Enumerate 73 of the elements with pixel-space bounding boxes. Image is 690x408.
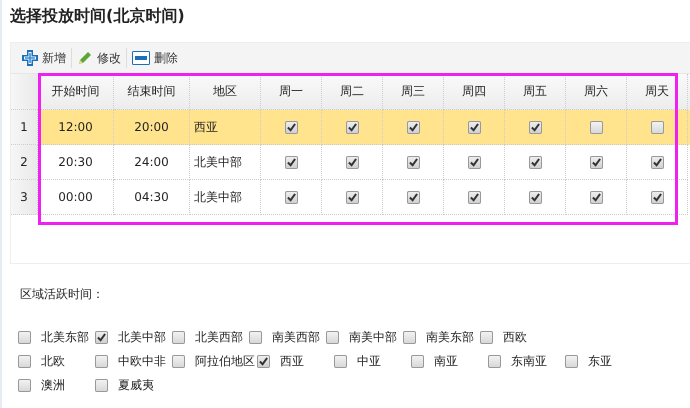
checkbox-label: 中亚 (357, 352, 382, 370)
checkbox[interactable] (565, 354, 578, 368)
checkbox[interactable] (284, 156, 298, 168)
checkbox[interactable] (406, 156, 420, 168)
checkbox[interactable] (172, 330, 185, 344)
checkbox[interactable] (18, 354, 31, 368)
checkbox-label: 澳洲 (41, 376, 66, 394)
header-corner (11, 74, 38, 110)
plus-icon (22, 50, 38, 66)
checkbox-label: 南亚 (434, 352, 459, 370)
checkbox[interactable] (480, 330, 493, 344)
checkbox-label: 西欧 (503, 328, 528, 346)
checkbox[interactable] (172, 354, 185, 368)
checkbox-label: 北欧 (41, 352, 66, 370)
checkbox[interactable] (95, 330, 108, 344)
checkbox[interactable] (284, 120, 298, 134)
table-row[interactable]: 2 20:30 24:00 北美中部 (11, 145, 690, 180)
checkbox-label: 阿拉伯地区 (195, 352, 255, 370)
checkbox-label: 中欧中非 (118, 352, 167, 370)
delete-button[interactable]: 删除 (127, 50, 183, 66)
checkbox[interactable] (257, 354, 270, 368)
checkbox-label: 北美东部 (41, 328, 90, 346)
checkbox-label: 南美东部 (426, 328, 475, 346)
checkbox-label: 西亚 (280, 352, 305, 370)
checkbox[interactable] (488, 354, 501, 368)
checkbox[interactable] (590, 120, 602, 134)
checkbox[interactable] (411, 354, 424, 368)
checkbox[interactable] (650, 120, 664, 134)
checkbox[interactable] (326, 330, 339, 344)
table-cell: 04:30 (114, 180, 190, 215)
table-cell: 00:00 (38, 180, 114, 215)
table-cell: 北美中部 (190, 180, 261, 215)
page-title: 选择投放时间(北京时间) (9, 5, 186, 27)
checkbox-label: 东南亚 (511, 352, 548, 370)
checkbox[interactable] (528, 156, 542, 168)
checkbox[interactable] (468, 190, 480, 204)
add-button[interactable]: 新增 (17, 50, 71, 66)
checkbox[interactable] (95, 378, 108, 392)
pencil-icon (77, 50, 93, 66)
row-number: 1 (11, 110, 38, 145)
checkbox[interactable] (95, 354, 108, 368)
checkbox-label: 北美西部 (195, 328, 244, 346)
checkbox[interactable] (528, 120, 542, 134)
checkbox[interactable] (249, 330, 262, 344)
minus-icon (132, 51, 150, 65)
checkbox[interactable] (406, 190, 420, 204)
checkbox-label: 南美中部 (349, 328, 398, 346)
checkbox[interactable] (346, 156, 358, 168)
checkbox-label: 夏威夷 (118, 376, 155, 394)
checkbox[interactable] (346, 120, 358, 134)
section-label: 区域活跃时间： (20, 286, 105, 303)
checkbox[interactable] (468, 120, 480, 134)
row-number: 2 (11, 145, 38, 180)
checkbox[interactable] (590, 156, 602, 168)
checkbox[interactable] (590, 190, 602, 204)
checkbox[interactable] (528, 190, 542, 204)
checkbox[interactable] (284, 190, 298, 204)
checkbox[interactable] (334, 354, 347, 368)
checkbox[interactable] (18, 378, 31, 392)
checkbox[interactable] (346, 190, 358, 204)
row-number: 3 (11, 180, 38, 215)
checkbox-label: 南美西部 (272, 328, 321, 346)
table-row[interactable]: 3 00:00 04:30 北美中部 (11, 180, 690, 215)
checkbox[interactable] (650, 190, 664, 204)
checkbox[interactable] (406, 120, 420, 134)
edit-button[interactable]: 修改 (72, 50, 126, 66)
checkbox-label: 东亚 (588, 352, 613, 370)
checkbox[interactable] (18, 330, 31, 344)
checkbox[interactable] (650, 156, 664, 168)
checkbox[interactable] (403, 330, 416, 344)
table-row[interactable]: 1 12:00 20:00 西亚 (11, 110, 690, 145)
checkbox[interactable] (468, 156, 480, 168)
checkbox-label: 北美中部 (118, 328, 167, 346)
